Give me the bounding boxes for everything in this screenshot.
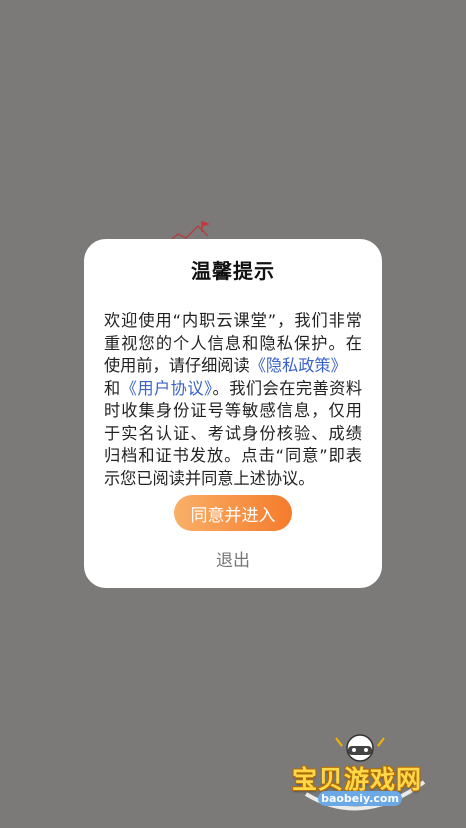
- dialog-title: 温馨提示: [191, 259, 275, 283]
- dialog-message: 欢迎使用“内职云课堂”，我们非常重视您的个人信息和隐私保护。在使用前，请仔细阅读…: [104, 310, 362, 490]
- message-text-connector: 和: [104, 378, 121, 398]
- privacy-dialog: 温馨提示 欢迎使用“内职云课堂”，我们非常重视您的个人信息和隐私保护。在使用前，…: [84, 239, 382, 588]
- user-agreement-link[interactable]: 《用户协议》: [121, 379, 213, 398]
- exit-button[interactable]: 退出: [203, 546, 263, 571]
- watermark-url: baobeiy.com: [318, 791, 402, 806]
- agree-and-enter-button[interactable]: 同意并进入: [174, 495, 292, 531]
- privacy-policy-link[interactable]: 《隐私政策》: [250, 356, 347, 375]
- site-watermark: 宝贝游戏网 baobeiy.com: [288, 732, 436, 818]
